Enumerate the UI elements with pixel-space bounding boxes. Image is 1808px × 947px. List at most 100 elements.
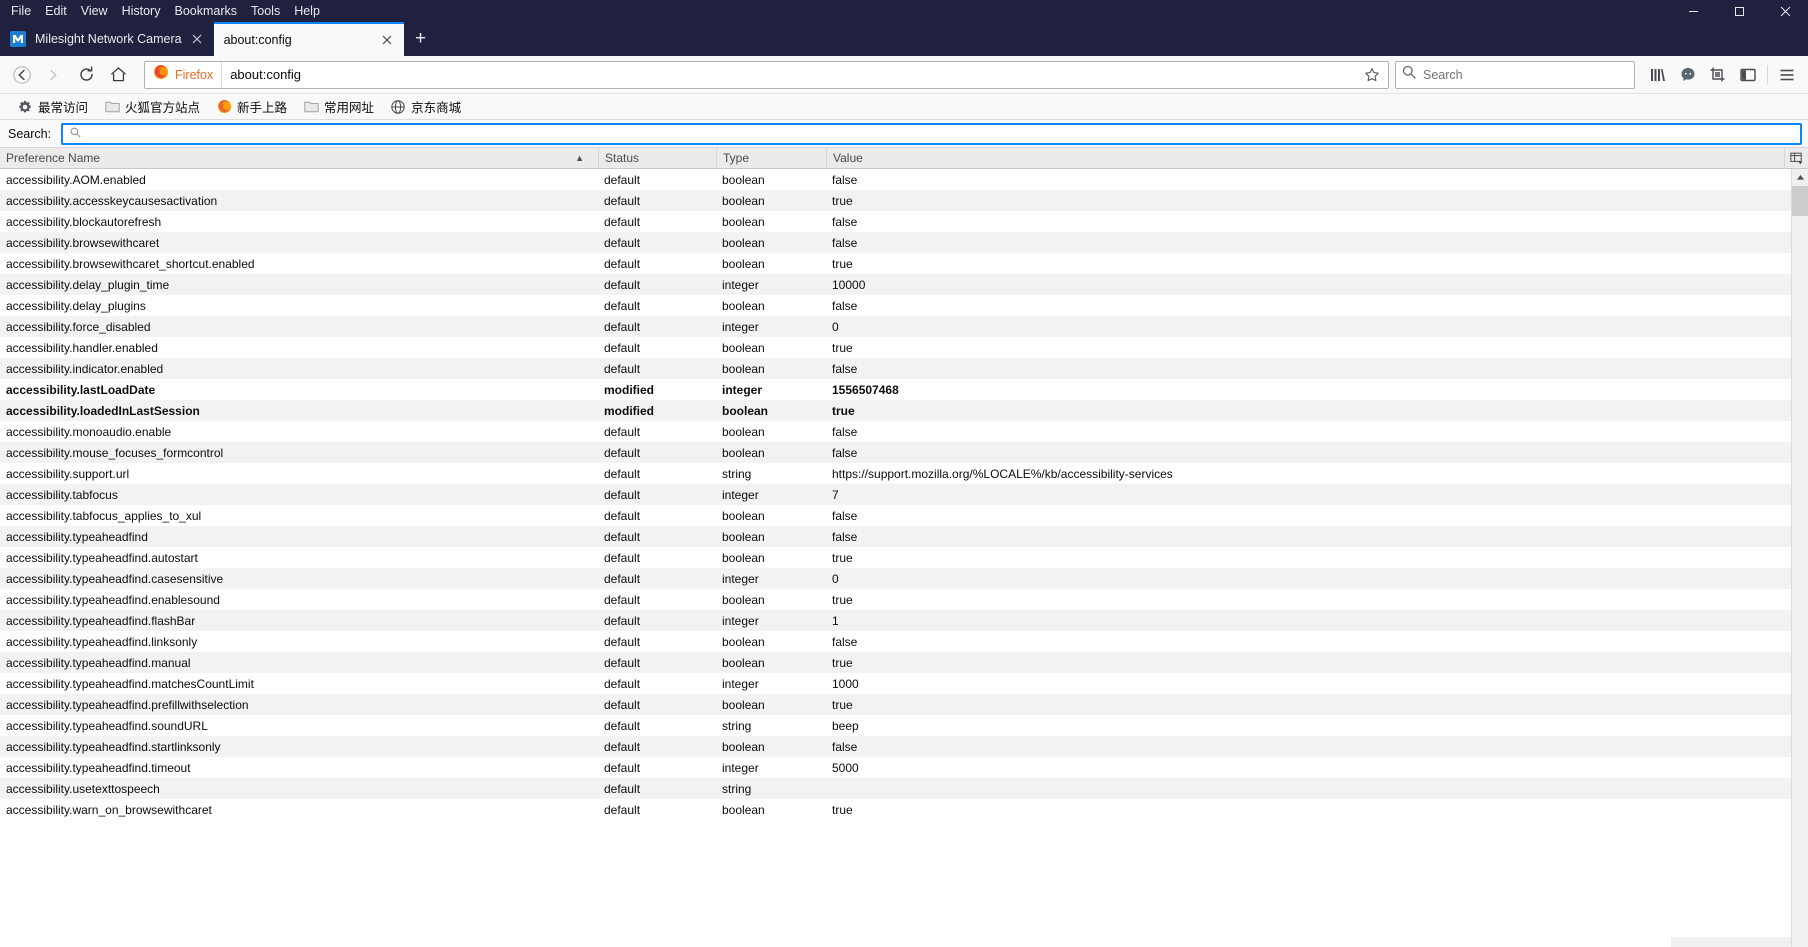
prefs-search-label: Search:	[8, 126, 52, 141]
scrollbar-thumb[interactable]	[1791, 186, 1808, 216]
table-row[interactable]: accessibility.force_disabled default integ…	[0, 316, 1791, 337]
column-header-type[interactable]: Type	[716, 147, 826, 169]
back-button[interactable]	[6, 60, 38, 90]
menu-edit[interactable]: Edit	[38, 1, 74, 21]
sidebar-icon[interactable]	[1733, 60, 1763, 90]
table-row[interactable]: accessibility.support.url default string ht…	[0, 463, 1791, 484]
library-icon[interactable]	[1643, 60, 1673, 90]
pref-status-cell: default	[604, 571, 641, 586]
pref-name-cell: accessibility.typeaheadfind.manual	[6, 655, 191, 670]
table-row[interactable]: accessibility.blockautorefresh default boo…	[0, 211, 1791, 232]
menu-view[interactable]: View	[74, 1, 115, 21]
table-row[interactable]: accessibility.typeaheadfind.autostart def…	[0, 547, 1791, 568]
pref-status-cell: default	[604, 193, 641, 208]
table-row[interactable]: accessibility.typeaheadfind.manual defaul…	[0, 652, 1791, 673]
table-row[interactable]: accessibility.browsewithcaret_shortcut.e…	[0, 253, 1791, 274]
table-row[interactable]: accessibility.lastLoadDate modified intege…	[0, 379, 1791, 400]
pref-value-cell: false	[832, 739, 858, 754]
column-picker-icon[interactable]	[1784, 147, 1808, 169]
menu-icon[interactable]	[1772, 60, 1802, 90]
prefs-search-input[interactable]	[61, 122, 1802, 145]
column-header-preference-name[interactable]: Preference Name ▲	[0, 148, 598, 169]
table-row[interactable]: accessibility.typeaheadfind.matchesCount…	[0, 673, 1791, 694]
pref-value-cell: 1556507468	[832, 382, 899, 397]
bookmark-item-jd-mall[interactable]: 京东商城	[383, 95, 468, 118]
table-row[interactable]: accessibility.delay_plugins default boolea…	[0, 295, 1791, 316]
bookmark-item-most-visited[interactable]: 最常访问	[10, 95, 95, 118]
table-row[interactable]: accessibility.accesskeycausesactivation d…	[0, 190, 1791, 211]
table-row[interactable]: accessibility.indicator.enabled default bo…	[0, 358, 1791, 379]
pref-value-cell: false	[832, 298, 858, 313]
pref-type-cell: integer	[722, 676, 759, 691]
close-tab-icon[interactable]	[188, 30, 206, 48]
home-button[interactable]	[102, 60, 134, 90]
table-row[interactable]: accessibility.delay_plugin_time default in…	[0, 274, 1791, 295]
table-row[interactable]: accessibility.loadedInLastSession modifie…	[0, 400, 1791, 421]
scroll-up-arrow-icon[interactable]	[1792, 169, 1808, 186]
address-bar[interactable]: Firefox about:config	[144, 60, 1389, 89]
close-window-button[interactable]	[1762, 0, 1808, 22]
table-row[interactable]: accessibility.AOM.enabled default boolean f…	[0, 169, 1791, 190]
menu-history[interactable]: History	[115, 1, 168, 21]
table-row[interactable]: accessibility.tabfocus default integer 7	[0, 484, 1791, 505]
forward-button[interactable]	[38, 60, 70, 90]
table-row[interactable]: accessibility.typeaheadfind.soundURL defa…	[0, 715, 1791, 736]
pref-value-cell: true	[832, 592, 853, 607]
screenshot-icon[interactable]	[1703, 60, 1733, 90]
pref-status-cell: default	[604, 361, 641, 376]
url-text[interactable]: about:config	[230, 67, 1360, 82]
table-row[interactable]: accessibility.typeaheadfind.casesensitiv…	[0, 568, 1791, 589]
pref-value-cell: beep	[832, 718, 859, 733]
star-icon[interactable]	[1360, 67, 1384, 83]
table-row[interactable]: accessibility.mouse_focuses_formcontrol d…	[0, 442, 1791, 463]
pref-name-cell: accessibility.tabfocus	[6, 487, 118, 502]
tab-milesight-network-camera[interactable]: Milesight Network Camera	[0, 22, 214, 56]
column-header-status[interactable]: Status	[598, 147, 716, 169]
pref-name-cell: accessibility.browsewithcaret_shortcut.e…	[6, 256, 255, 271]
pref-name-cell: accessibility.typeaheadfind	[6, 529, 148, 544]
menu-bar: File Edit View History Bookmarks Tools H…	[0, 1, 327, 21]
column-header-value[interactable]: Value	[826, 147, 1784, 169]
menu-bookmarks[interactable]: Bookmarks	[167, 1, 244, 21]
maximize-button[interactable]	[1716, 0, 1762, 22]
pref-status-cell: default	[604, 214, 641, 229]
pref-type-cell: boolean	[722, 529, 765, 544]
menu-file[interactable]: File	[4, 1, 38, 21]
table-row[interactable]: accessibility.usetexttospeech default stri…	[0, 778, 1791, 799]
folder-icon	[104, 99, 120, 115]
table-row[interactable]: accessibility.tabfocus_applies_to_xul def…	[0, 505, 1791, 526]
table-row[interactable]: accessibility.handler.enabled default bool…	[0, 337, 1791, 358]
search-bar[interactable]: Search	[1395, 60, 1635, 89]
window-controls	[1670, 0, 1808, 22]
identity-box[interactable]: Firefox	[145, 61, 223, 88]
table-row[interactable]: accessibility.typeaheadfind.prefillwiths…	[0, 694, 1791, 715]
vertical-scrollbar[interactable]	[1791, 169, 1808, 947]
table-row[interactable]: accessibility.typeaheadfind.flashBar defa…	[0, 610, 1791, 631]
back-arrow-icon	[13, 65, 31, 84]
new-tab-button[interactable]: +	[406, 24, 436, 54]
horizontal-scrollbar[interactable]	[1671, 937, 1791, 947]
table-row[interactable]: accessibility.typeaheadfind default boolea…	[0, 526, 1791, 547]
pref-value-cell: 10000	[832, 277, 866, 292]
toolbar-divider	[1767, 64, 1768, 85]
table-row[interactable]: accessibility.typeaheadfind.enablesound d…	[0, 589, 1791, 610]
table-row[interactable]: accessibility.typeaheadfind.startlinkson…	[0, 736, 1791, 757]
pocket-icon[interactable]	[1673, 60, 1703, 90]
menu-tools[interactable]: Tools	[244, 1, 287, 21]
tab-about-config[interactable]: about:config	[213, 22, 404, 56]
pref-type-cell: string	[722, 781, 752, 796]
menu-help[interactable]: Help	[287, 1, 327, 21]
table-row[interactable]: accessibility.typeaheadfind.timeout defau…	[0, 757, 1791, 778]
table-row[interactable]: accessibility.monoaudio.enable default boo…	[0, 421, 1791, 442]
scrollbar-track[interactable]	[1791, 186, 1808, 947]
reload-button[interactable]	[70, 60, 102, 90]
table-row[interactable]: accessibility.warn_on_browsewithcaret def…	[0, 799, 1791, 820]
pref-type-cell: boolean	[722, 172, 765, 187]
bookmark-item-getting-started[interactable]: 新手上路	[209, 95, 294, 118]
close-tab-icon[interactable]	[378, 31, 396, 49]
minimize-button[interactable]	[1670, 0, 1716, 22]
table-row[interactable]: accessibility.typeaheadfind.linksonly def…	[0, 631, 1791, 652]
bookmark-item-common-sites[interactable]: 常用网址	[296, 95, 381, 118]
table-row[interactable]: accessibility.browsewithcaret default bool…	[0, 232, 1791, 253]
bookmark-item-firefox-official[interactable]: 火狐官方站点	[97, 95, 207, 118]
